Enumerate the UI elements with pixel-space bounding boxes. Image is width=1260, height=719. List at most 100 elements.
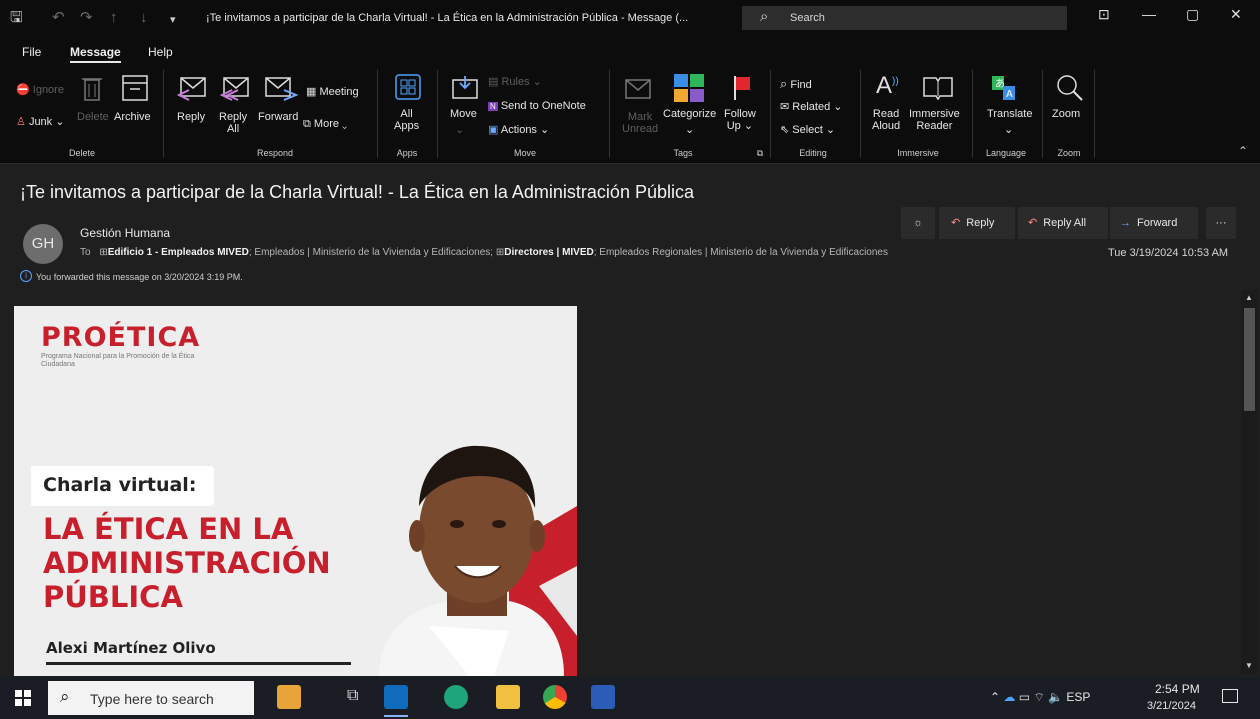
- proetica-logo: PROÉTICA: [41, 322, 201, 353]
- group-label-immersive: Immersive: [897, 148, 939, 158]
- meeting-button[interactable]: ▦ Meeting: [306, 86, 359, 98]
- charla-tag: Charla virtual:: [43, 474, 197, 496]
- related-button[interactable]: ✉ Related ⌄: [780, 101, 842, 113]
- zoom-button[interactable]: Zoom: [1052, 108, 1080, 120]
- divider: [972, 70, 973, 158]
- wifi-icon[interactable]: ⌔: [1033, 690, 1044, 704]
- clock-time[interactable]: 2:54 PM: [1155, 682, 1200, 696]
- find-button[interactable]: ⌕ Find: [780, 77, 812, 91]
- scroll-up-icon[interactable]: ▲: [1245, 293, 1253, 302]
- briefcase-app-icon[interactable]: [277, 685, 301, 709]
- customize-toolbar-icon[interactable]: ▾: [170, 11, 176, 29]
- taskbar-search-placeholder: Type here to search: [90, 691, 214, 707]
- tab-message[interactable]: Message: [70, 45, 121, 63]
- actions-button[interactable]: ▣ Actions ⌄: [488, 124, 549, 136]
- word-app-icon[interactable]: [591, 685, 615, 709]
- scroll-thumb[interactable]: [1244, 308, 1255, 411]
- translate-button[interactable]: Translate: [987, 108, 1032, 120]
- divider: [377, 70, 378, 158]
- categorize-button[interactable]: Categorize: [663, 108, 716, 120]
- ignore-button[interactable]: ⛔ Ignore: [16, 84, 64, 96]
- onedrive-icon[interactable]: ☁: [1003, 690, 1015, 704]
- tags-dialog-launcher-icon[interactable]: ⧉: [754, 148, 766, 159]
- sender-name[interactable]: Gestión Humana: [80, 226, 170, 240]
- forward-icon: [265, 77, 298, 101]
- read-aloud-button[interactable]: Read Aloud: [872, 108, 900, 132]
- send-to-onenote-button[interactable]: N Send to OneNote: [488, 100, 586, 113]
- outlook-app-icon[interactable]: [384, 685, 408, 709]
- recipient-group-2[interactable]: Directores | MIVED: [504, 247, 594, 258]
- redo-icon[interactable]: ↷: [80, 9, 93, 27]
- reply-all-arrow-icon: ↶: [1028, 217, 1038, 229]
- apps-icon: [395, 74, 421, 100]
- mark-unread-icon: [625, 79, 651, 99]
- save-icon[interactable]: 🖫: [10, 9, 23, 27]
- rules-button[interactable]: ▤ Rules ⌄: [488, 76, 542, 88]
- mark-unread-button[interactable]: Mark Unread: [622, 111, 658, 135]
- flyer-headline: LA ÉTICA EN LA ADMINISTRACIÓN PÚBLICA: [43, 512, 331, 614]
- recipient-group-1[interactable]: Edificio 1 - Empleados MIVED: [108, 247, 249, 258]
- minimize-icon[interactable]: —: [1142, 6, 1156, 22]
- onenote-icon: N: [488, 102, 498, 111]
- more-respond-button[interactable]: ⧉ More ⌄: [303, 118, 347, 130]
- divider: [770, 70, 771, 158]
- notification-center-icon[interactable]: [1222, 689, 1238, 703]
- junk-button[interactable]: ♙ Junk ⌄: [16, 116, 64, 128]
- edge-app-icon[interactable]: [444, 685, 468, 709]
- reply-all-button[interactable]: Reply All: [219, 111, 247, 135]
- divider: [437, 70, 438, 158]
- battery-icon[interactable]: ▭: [1019, 690, 1030, 704]
- language-indicator[interactable]: ESP: [1066, 690, 1090, 704]
- delete-button[interactable]: Delete: [77, 111, 109, 123]
- move-button[interactable]: Move: [450, 108, 477, 120]
- reply-icon: [176, 77, 206, 101]
- chrome-app-icon[interactable]: [543, 685, 567, 709]
- meeting-label: Meeting: [319, 86, 359, 98]
- tab-help[interactable]: Help: [148, 45, 173, 59]
- menu-bar: File Message Help: [0, 38, 1260, 66]
- actions-icon: ▣: [488, 124, 499, 136]
- move-dropdown-icon[interactable]: ⌄: [455, 124, 464, 136]
- reply-all-label-2: All: [226, 123, 240, 135]
- collapse-ribbon-icon[interactable]: ⌃: [1238, 144, 1248, 158]
- scroll-down-icon[interactable]: ▼: [1245, 661, 1253, 670]
- file-explorer-icon[interactable]: [496, 685, 520, 709]
- search-box[interactable]: ⌕ Search: [742, 6, 1067, 30]
- show-hidden-icons-icon[interactable]: ⌃: [990, 690, 1000, 704]
- translate-dropdown-icon[interactable]: ⌄: [1004, 124, 1013, 136]
- more-actions-button[interactable]: ···: [1206, 207, 1236, 239]
- categorize-dropdown-icon[interactable]: ⌄: [685, 124, 694, 136]
- ribbon-display-options-icon[interactable]: ⊡: [1098, 6, 1110, 23]
- ignore-label: Ignore: [32, 84, 64, 96]
- next-item-icon[interactable]: ↓: [140, 9, 148, 27]
- reading-pane-scrollbar[interactable]: ▲ ▼: [1241, 290, 1258, 674]
- follow-up-button[interactable]: Follow Up ⌄: [724, 108, 756, 132]
- reply-button[interactable]: Reply: [177, 111, 205, 123]
- headline-line-3: PÚBLICA: [43, 580, 183, 614]
- clock-date[interactable]: 3/21/2024: [1147, 700, 1196, 712]
- calendar-icon: ▦: [306, 86, 317, 98]
- task-view-icon[interactable]: ⧉: [347, 687, 358, 705]
- forward-button[interactable]: Forward: [258, 111, 298, 123]
- all-apps-button[interactable]: All Apps: [394, 108, 419, 132]
- junk-icon: ♙: [16, 116, 26, 128]
- tab-file[interactable]: File: [22, 45, 41, 59]
- reply-all-label-1: Reply: [219, 111, 248, 123]
- reply-all-action-button[interactable]: ↶ Reply All: [1018, 207, 1108, 239]
- close-icon[interactable]: ✕: [1230, 6, 1242, 23]
- undo-icon[interactable]: ↶: [52, 9, 65, 27]
- maximize-icon[interactable]: ▢: [1186, 6, 1199, 23]
- archive-button[interactable]: Archive: [114, 111, 151, 123]
- previous-item-icon[interactable]: ↑: [110, 9, 118, 27]
- forward-action-button[interactable]: → Forward: [1110, 207, 1198, 239]
- taskbar-search-box[interactable]: ⌕ Type here to search: [48, 681, 254, 715]
- mark-label-2: Unread: [622, 123, 659, 135]
- select-button[interactable]: ⇖ Select ⌄: [780, 124, 835, 136]
- volume-icon[interactable]: 🔈: [1048, 690, 1063, 704]
- windows-start-icon[interactable]: [15, 690, 31, 706]
- light-mode-toggle[interactable]: ☼: [901, 207, 935, 239]
- reply-action-button[interactable]: ↶ Reply: [939, 207, 1015, 239]
- group-label-move: Move: [513, 148, 536, 158]
- speaker-photo: [379, 445, 577, 676]
- immersive-reader-button[interactable]: Immersive Reader: [909, 108, 960, 132]
